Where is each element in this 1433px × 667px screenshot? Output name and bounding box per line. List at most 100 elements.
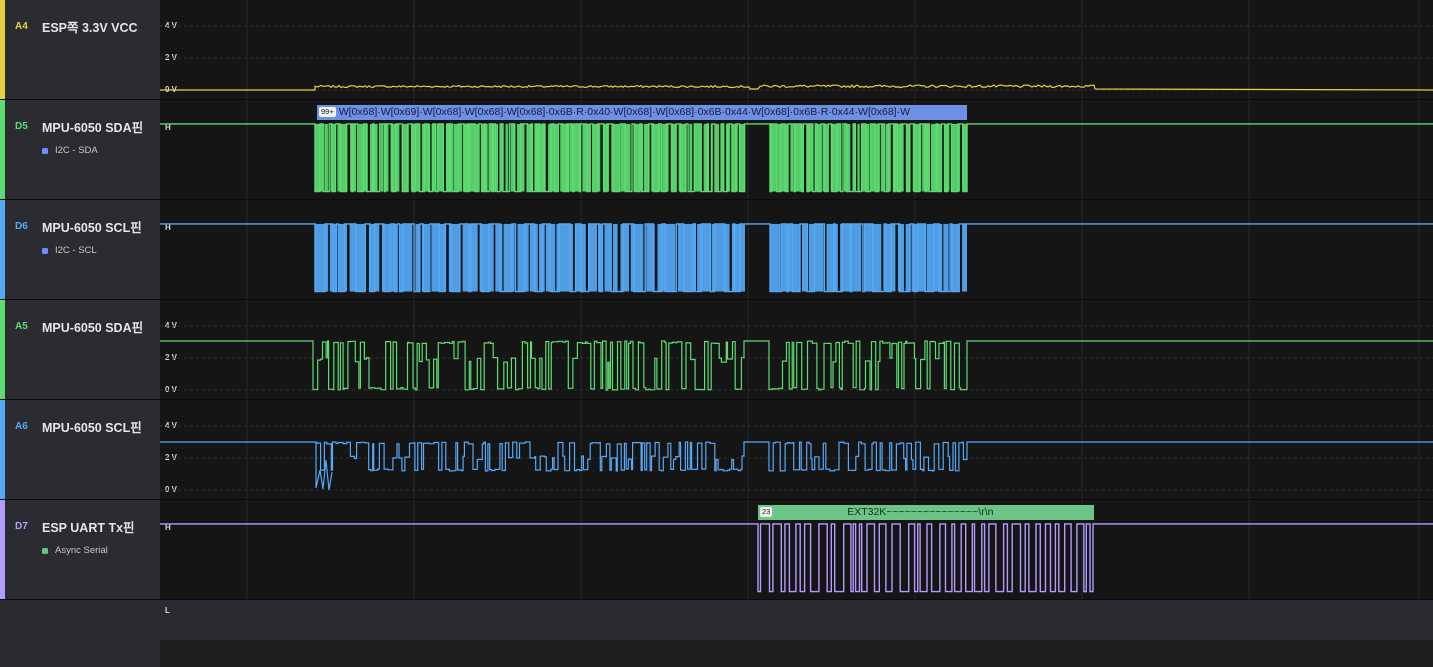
analyzer-tag[interactable]: I2C - SCL [42,245,97,256]
pulse-fill [662,123,669,192]
uart-decode-bubble[interactable]: 23 EXT32K~~~~~~~~~~~~~~~\r\n [758,505,1094,520]
channel-id: D5 [15,121,28,132]
pulse-fill [399,223,413,292]
pulse-fill [905,123,911,192]
pulse-fill [436,123,444,192]
pulse-fill [358,123,368,192]
channel-name[interactable]: MPU-6050 SDA핀 [42,117,143,136]
channel-header[interactable]: D5 MPU-6050 SDA핀 I2C - SDA [0,100,160,199]
pulse-fill [710,123,713,192]
waveform-canvas [160,400,1433,499]
channel-row-a6[interactable]: A6 MPU-6050 SCL핀 4 V2 V0 V [0,400,1433,500]
pulse-fill [770,223,781,292]
channel-header[interactable]: A5 MPU-6050 SDA핀 [0,300,160,399]
pulse-fill [481,123,488,192]
timeline-footer [0,640,1433,667]
pulse-fill [613,223,618,292]
channel-name[interactable]: MPU-6050 SCL핀 [42,417,142,436]
pulse-fill [905,223,911,292]
analyzer-tag[interactable]: I2C - SDA [42,145,98,156]
pulse-fill [539,223,545,292]
decode-count-badge: 99+ [319,107,336,117]
analyzer-color-dot [42,147,48,154]
waveform-plot[interactable]: HL [160,200,1433,315]
pulse-fill [505,123,508,192]
channel-row-d5[interactable]: D5 MPU-6050 SDA핀 I2C - SDA HL99+W[0x68]·W[0… [0,100,1433,215]
pulse-fill [479,223,494,292]
waveform-plot[interactable]: HL99+W[0x68]·W[0x69]·W[0x68]·W[0x68]·W[0… [160,100,1433,215]
pulse-fill [943,123,950,192]
channel-list: A4 ESP쪽 3.3V VCC 4 V2 V0 V D5 MPU-6050 SDA핀 I… [0,0,1433,615]
pulse-fill [582,123,591,192]
analyzer-color-dot [42,247,48,254]
waveform-plot[interactable]: 4 V2 V0 V [160,400,1433,499]
pulse-fill [794,123,804,192]
waveform-plot[interactable]: 4 V2 V0 V [160,0,1433,99]
pulse-fill [602,123,610,192]
pulse-fill [802,223,808,292]
channel-header[interactable]: A6 MPU-6050 SCL핀 [0,400,160,499]
pulse-fill [534,123,546,192]
channel-name[interactable]: MPU-6050 SCL핀 [42,217,142,236]
pulse-fill [911,223,925,292]
pulse-fill [646,223,655,292]
waveform-plot[interactable]: H L 23 EXT32K~~~~~~~~~~~~~~~\r\n [160,500,1433,615]
pulse-fill [885,123,891,192]
pulse-fill [926,223,943,292]
pulse-fill [892,123,904,192]
pulse-fill [703,123,708,192]
pulse-fill [931,123,942,192]
pulse-fill [815,123,822,192]
pulse-fill [694,123,702,192]
analyzer-color-dot [42,547,48,554]
pulse-fill [324,123,328,192]
digital-trace [160,524,1433,592]
pulse-fill [569,123,581,192]
pulse-fill [384,123,389,192]
pulse-fill [510,123,516,192]
pulse-fill [499,123,504,192]
waveform-plot[interactable]: 4 V2 V0 V [160,300,1433,399]
pulse-fill [880,123,884,192]
channel-row-a4[interactable]: A4 ESP쪽 3.3V VCC 4 V2 V0 V [0,0,1433,100]
pulse-fill [678,223,696,292]
channel-id: A4 [15,21,28,32]
pulse-fill [633,123,643,192]
channel-id: A5 [15,321,28,332]
pulse-fill [951,123,961,192]
channel-row-a5[interactable]: A5 MPU-6050 SDA핀 4 V2 V0 V [0,300,1433,400]
pulse-fill [711,223,730,292]
pulse-fill [462,223,478,292]
analyzer-label: I2C - SCL [55,245,97,256]
analog-trace [160,340,1433,391]
pulse-fill [884,223,896,292]
pulse-fill [529,223,538,292]
pulse-fill [611,123,620,192]
pulse-fill [962,223,967,292]
pulse-fill [560,123,569,192]
channel-row-d6[interactable]: D6 MPU-6050 SCL핀 I2C - SCL HL [0,200,1433,315]
pulse-fill [381,223,398,292]
pulse-fill [922,123,930,192]
analyzer-tag[interactable]: Async Serial [42,545,108,556]
channel-header[interactable]: D6 MPU-6050 SCL핀 I2C - SCL [0,200,160,299]
channel-header[interactable]: D7 ESP UART Tx핀 Async Serial [0,500,160,599]
channel-row-d7[interactable]: D7 ESP UART Tx핀 Async Serial H L 23 EXT32K~~~~… [0,500,1433,615]
pulse-fill [852,223,862,292]
channel-header[interactable]: A4 ESP쪽 3.3V VCC [0,0,160,99]
pulse-fill [431,123,436,192]
channel-name[interactable]: ESP쪽 3.3V VCC [42,17,138,36]
pulse-fill [337,123,348,192]
pulse-fill [790,123,794,192]
pulse-fill [349,223,367,292]
i2c-decode-bubble[interactable]: 99+ W[0x68]·W[0x69]·W[0x68]·W[0x68]·W[0x6… [317,105,967,120]
analyzer-label: Async Serial [55,545,108,556]
pulse-fill [726,123,731,192]
pulse-fill [720,123,725,192]
channel-name[interactable]: ESP UART Tx핀 [42,517,135,536]
channel-name[interactable]: MPU-6050 SDA핀 [42,317,143,336]
pulse-fill [421,123,431,192]
pulse-fill [421,223,430,292]
pulse-fill [808,223,824,292]
pulse-fill [781,223,800,292]
